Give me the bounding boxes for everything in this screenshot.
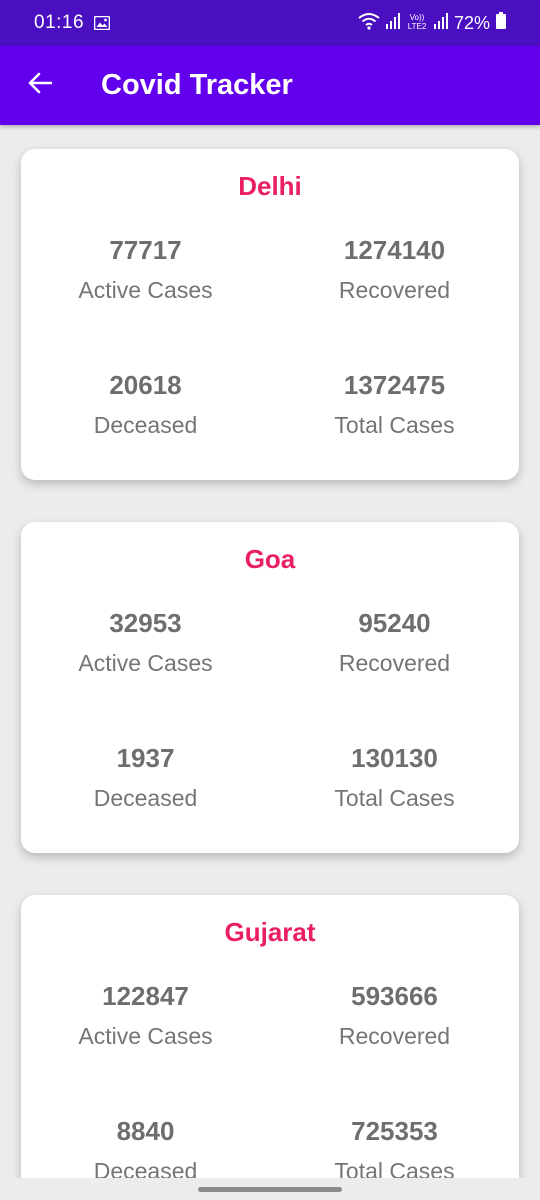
state-card[interactable]: Gujarat 122847 Active Cases 593666 Recov… [21, 895, 519, 1178]
recovered-label: Recovered [338, 277, 451, 303]
active-cases-value: 32953 [109, 608, 182, 638]
deceased-label: Deceased [93, 412, 198, 438]
recovered-value: 593666 [351, 981, 438, 1011]
gallery-icon [93, 15, 111, 31]
recovered-stat: 95240 Recovered [270, 608, 519, 676]
app-bar: Covid Tracker [0, 46, 540, 125]
active-cases-stat: 32953 Active Cases [21, 608, 270, 676]
back-button[interactable] [0, 46, 80, 125]
navigation-bar [0, 1178, 540, 1200]
volte-icon: Vo)) LTE2 [406, 12, 428, 35]
active-cases-label: Active Cases [78, 1023, 213, 1049]
state-list[interactable]: Delhi 77717 Active Cases 1274140 Recover… [0, 125, 540, 1178]
status-time: 01:16 [34, 12, 85, 33]
active-cases-label: Active Cases [78, 277, 213, 303]
network-label-line1: Vo)) [410, 13, 425, 22]
active-cases-label: Active Cases [78, 650, 213, 676]
active-cases-stat: 122847 Active Cases [21, 981, 270, 1049]
status-right: Vo)) LTE2 72% [358, 12, 506, 35]
deceased-value: 1937 [116, 743, 175, 773]
battery-percentage: 72% [453, 12, 490, 33]
recovered-stat: 593666 Recovered [270, 981, 519, 1049]
deceased-value: 20618 [109, 370, 182, 400]
state-name: Gujarat [224, 917, 316, 947]
total-cases-stat: 130130 Total Cases [270, 743, 519, 811]
recovered-value: 1274140 [343, 235, 446, 265]
recovered-value: 95240 [358, 608, 431, 638]
total-cases-value: 1372475 [343, 370, 446, 400]
recovered-stat: 1274140 Recovered [270, 235, 519, 303]
status-left: 01:16 [34, 12, 111, 34]
active-cases-value: 122847 [102, 981, 189, 1011]
signal-icon-2 [433, 12, 448, 34]
state-card[interactable]: Goa 32953 Active Cases 95240 Recovered 1… [21, 522, 519, 853]
total-cases-stat: 1372475 Total Cases [270, 370, 519, 438]
recovered-label: Recovered [338, 650, 451, 676]
deceased-label: Deceased [93, 1158, 198, 1178]
recovered-label: Recovered [338, 1023, 451, 1049]
active-cases-stat: 77717 Active Cases [21, 235, 270, 303]
deceased-stat: 1937 Deceased [21, 743, 270, 811]
total-cases-stat: 725353 Total Cases [270, 1116, 519, 1178]
state-card[interactable]: Delhi 77717 Active Cases 1274140 Recover… [21, 149, 519, 480]
total-cases-value: 130130 [351, 743, 438, 773]
signal-icon [385, 12, 400, 34]
total-cases-label: Total Cases [334, 412, 455, 438]
app-title: Covid Tracker [101, 69, 293, 101]
deceased-stat: 8840 Deceased [21, 1116, 270, 1178]
home-gesture-handle[interactable] [198, 1187, 342, 1192]
state-name: Delhi [238, 171, 302, 201]
wifi-icon [358, 12, 380, 35]
deceased-value: 8840 [116, 1116, 175, 1146]
total-cases-value: 725353 [351, 1116, 438, 1146]
total-cases-label: Total Cases [334, 1158, 455, 1178]
deceased-label: Deceased [93, 785, 198, 811]
network-label-line2: LTE2 [408, 22, 427, 30]
state-name: Goa [244, 544, 296, 574]
total-cases-label: Total Cases [334, 785, 455, 811]
battery-icon [496, 12, 506, 34]
deceased-stat: 20618 Deceased [21, 370, 270, 438]
active-cases-value: 77717 [109, 235, 182, 265]
back-arrow-icon [28, 72, 53, 99]
status-bar: 01:16 Vo)) LTE2 72% [0, 0, 540, 46]
